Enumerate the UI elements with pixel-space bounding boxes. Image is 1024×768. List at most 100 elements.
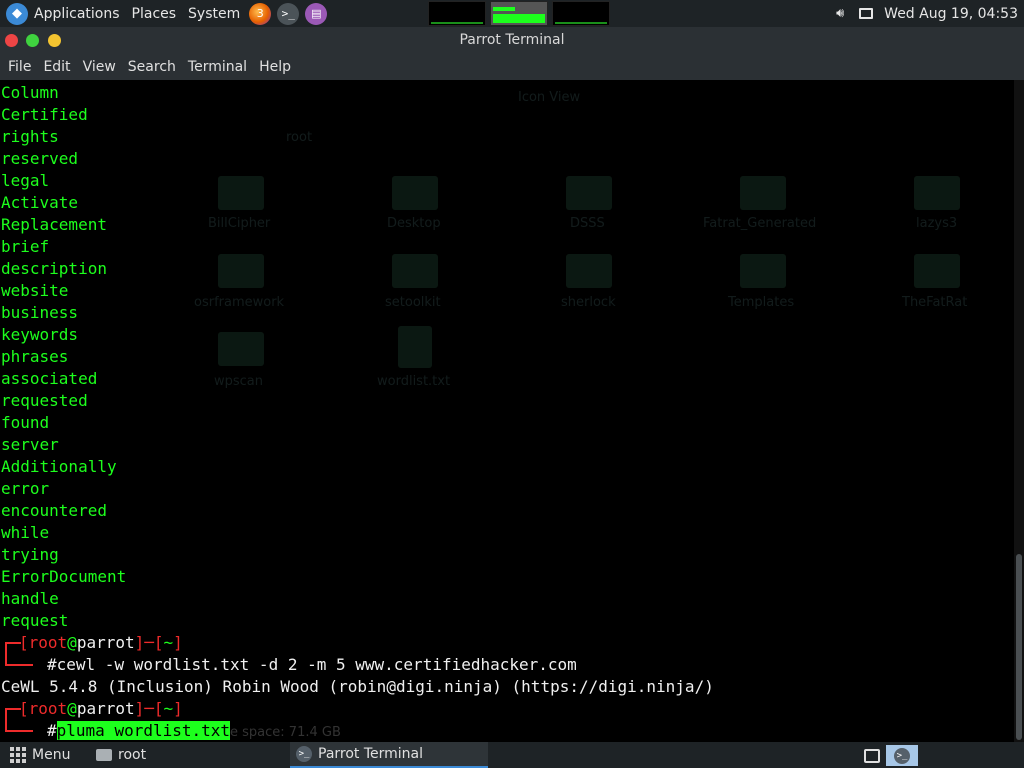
task-root-label: root xyxy=(118,747,147,763)
prompt-command-line: #cewl -w wordlist.txt -d 2 -m 5 www.cert… xyxy=(1,654,714,676)
display-icon[interactable] xyxy=(858,7,874,21)
clock[interactable]: Wed Aug 19, 04:53 xyxy=(884,6,1018,22)
workspace-3[interactable] xyxy=(552,1,610,26)
text-editor-launcher-icon[interactable]: ▤ xyxy=(305,2,328,25)
task-parrot-terminal[interactable]: >_ Parrot Terminal xyxy=(290,742,488,768)
window-titlebar[interactable]: Parrot Terminal xyxy=(0,27,1024,54)
folder-icon xyxy=(96,749,112,761)
prompt-hash: # xyxy=(47,721,57,740)
prompt-hash: # xyxy=(47,655,57,674)
prompt-dir: ~ xyxy=(163,699,174,718)
output-line: handle xyxy=(1,589,59,608)
prompt-bracket: ] xyxy=(173,699,183,718)
system-menu[interactable]: System xyxy=(182,0,246,27)
output-line: request xyxy=(1,611,69,630)
task-terminal-label: Parrot Terminal xyxy=(318,746,424,762)
terminal-lines: Column Certified rights reserved legal A… xyxy=(1,82,714,742)
output-line: rights xyxy=(1,127,59,146)
prompt-command-line[interactable]: #pluma wordlist.txte space: 71.4 GB xyxy=(1,720,714,742)
ghost-item: TheFatRat xyxy=(902,295,968,310)
task-root-folder[interactable]: root xyxy=(96,742,146,768)
menu-label: Menu xyxy=(32,747,71,763)
output-line: error xyxy=(1,479,50,498)
menu-terminal[interactable]: Terminal xyxy=(182,59,253,75)
prompt-host: parrot xyxy=(76,633,135,652)
prompt-dash: ─ xyxy=(144,699,154,718)
menu-bar: File Edit View Search Terminal Help xyxy=(0,54,1024,80)
selected-command-text[interactable]: pluma wordlist.txt xyxy=(56,721,231,740)
prompt-header: [root@parrot]─[~] xyxy=(1,698,714,722)
volume-icon[interactable]: 🔊︎ xyxy=(832,6,848,21)
prompt-bracket: [ xyxy=(153,699,164,718)
output-line: encountered xyxy=(1,501,107,520)
output-line: Activate xyxy=(1,193,79,212)
grid-menu-icon xyxy=(10,747,26,763)
network-tray-icon[interactable] xyxy=(856,745,888,766)
firefox-icon[interactable]: 3 xyxy=(249,2,272,25)
top-panel: ◆ Applications Places System 3 >_ ▤ 🔊︎ W… xyxy=(0,0,1024,27)
output-line: found xyxy=(1,413,50,432)
terminal-glyph: >_ xyxy=(281,7,295,20)
prompt-bracket: [ xyxy=(153,633,164,652)
output-line: trying xyxy=(1,545,59,564)
workspace-1[interactable] xyxy=(428,1,486,26)
prompt-bracket: ] xyxy=(134,699,145,718)
prompt-header: [root@parrot]─[~] xyxy=(1,632,714,656)
output-line: ErrorDocument xyxy=(1,567,127,586)
menu-button[interactable]: Menu xyxy=(10,742,70,768)
prompt-user: root xyxy=(28,699,68,718)
ghost-item: lazys3 xyxy=(916,216,958,231)
output-line: keywords xyxy=(1,325,79,344)
prompt-at: @ xyxy=(67,633,77,652)
ghost-item: Fatrat_Generated xyxy=(703,216,817,231)
terminal-scrollbar[interactable] xyxy=(1014,80,1024,742)
places-menu[interactable]: Places xyxy=(126,0,183,27)
output-line: reserved xyxy=(1,149,79,168)
prompt-bracket: ] xyxy=(134,633,145,652)
parrot-logo-icon[interactable]: ◆ xyxy=(6,2,28,25)
output-line: business xyxy=(1,303,79,322)
terminal-launcher-icon[interactable]: >_ xyxy=(277,2,300,25)
system-tray: 🔊︎ Wed Aug 19, 04:53 xyxy=(832,0,1018,27)
bottom-taskbar: Menu root >_ Parrot Terminal >_ xyxy=(0,742,1024,768)
menu-view[interactable]: View xyxy=(77,59,122,75)
prompt-bracket: ] xyxy=(173,633,183,652)
output-line: phrases xyxy=(1,347,69,366)
prompt-host: parrot xyxy=(76,699,135,718)
workspace-switcher xyxy=(428,1,610,26)
output-line: associated xyxy=(1,369,98,388)
applications-menu[interactable]: Applications xyxy=(28,0,126,27)
applications-label: Applications xyxy=(34,5,120,22)
prompt-at: @ xyxy=(67,699,77,718)
menu-edit[interactable]: Edit xyxy=(37,59,76,75)
workspace-2[interactable] xyxy=(490,1,548,26)
command-text: cewl -w wordlist.txt -d 2 -m 5 www.certi… xyxy=(56,655,577,674)
output-line: brief xyxy=(1,237,50,256)
system-label: System xyxy=(188,5,241,22)
output-line: requested xyxy=(1,391,88,410)
terminal-tray-icon[interactable]: >_ xyxy=(886,745,918,766)
menu-search[interactable]: Search xyxy=(122,59,182,75)
ghost-item: Templates xyxy=(728,295,795,310)
output-line: legal xyxy=(1,171,50,190)
prompt-dash: ─ xyxy=(144,633,154,652)
output-line: website xyxy=(1,281,69,300)
output-line: Column xyxy=(1,83,59,102)
output-line: Replacement xyxy=(1,215,107,234)
menu-help[interactable]: Help xyxy=(253,59,297,75)
prompt-dir: ~ xyxy=(163,633,174,652)
menu-file[interactable]: File xyxy=(2,59,37,75)
terminal-output[interactable]: Icon View root BillCipher Desktop DSSS F… xyxy=(0,80,1014,742)
window-title: Parrot Terminal xyxy=(459,32,565,48)
ghost-free-space: e space: 71.4 GB xyxy=(230,725,341,740)
output-line: Additionally xyxy=(1,457,117,476)
places-label: Places xyxy=(131,5,177,22)
output-line: Certified xyxy=(1,105,88,124)
output-line: server xyxy=(1,435,59,454)
firefox-badge: 3 xyxy=(256,7,264,20)
output-line: while xyxy=(1,523,50,542)
prompt-user: root xyxy=(28,633,68,652)
output-line: description xyxy=(1,259,107,278)
cewl-output-line: CeWL 5.4.8 (Inclusion) Robin Wood (robin… xyxy=(1,677,714,696)
scrollbar-thumb[interactable] xyxy=(1016,554,1022,740)
